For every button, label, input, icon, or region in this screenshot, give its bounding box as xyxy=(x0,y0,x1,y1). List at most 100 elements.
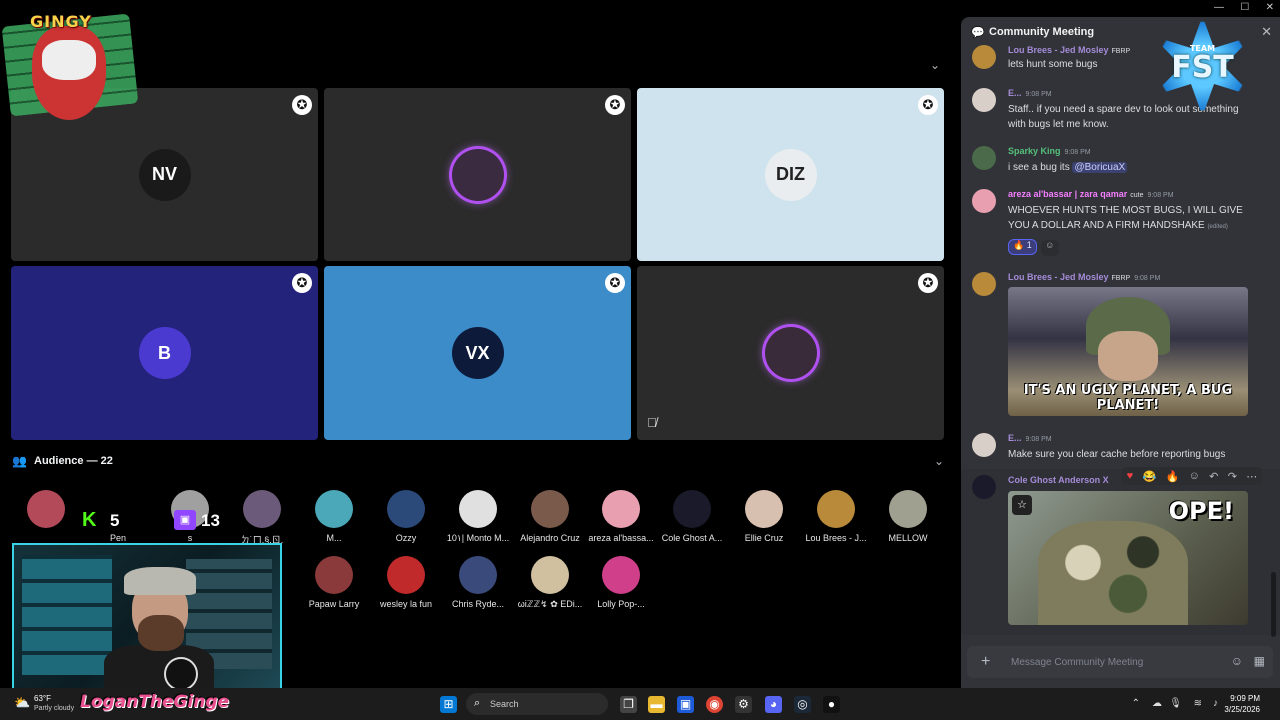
avatar xyxy=(387,490,425,528)
chrome-icon[interactable]: ◉ xyxy=(706,696,723,713)
weather-widget[interactable]: ⛅ 63°F Partly cloudy xyxy=(14,693,74,717)
audience-member[interactable]: ωіℤℤ↯ ✿ ΕDi... xyxy=(514,556,586,610)
fire-reaction-icon[interactable]: 🔥 xyxy=(1166,470,1180,483)
add-reaction-icon[interactable]: ☺ xyxy=(1189,470,1200,482)
obs-icon[interactable]: ● xyxy=(823,696,840,713)
app-icon[interactable]: ▣ xyxy=(677,696,694,713)
heart-reaction-icon[interactable]: ♥ xyxy=(1127,470,1134,482)
speaker-avatar xyxy=(764,327,817,379)
clock-date: 3/25/2026 xyxy=(1224,705,1260,714)
message-author[interactable]: Lou Brees - Jed Mosley xyxy=(1008,45,1109,55)
audience-member[interactable]: Lolly Pop-... xyxy=(585,556,657,609)
audience-collapse-chevron-icon[interactable]: ⌄ xyxy=(934,454,944,468)
audience-member[interactable]: Ozzy xyxy=(370,490,442,543)
audience-member-name: Lolly Pop-... xyxy=(597,599,645,609)
volume-icon[interactable]: ♪ xyxy=(1213,698,1218,709)
audience-member[interactable]: Cole Ghost A... xyxy=(656,490,728,543)
stage-tile[interactable]: B ✪ xyxy=(11,266,318,440)
forward-icon[interactable]: ↷ xyxy=(1228,470,1237,483)
audience-member[interactable]: Papaw Larry xyxy=(298,556,370,609)
message-author[interactable]: Cole Ghost Anderson X xyxy=(1008,475,1109,485)
muted-mic-icon: 🎙̸ xyxy=(647,415,657,430)
stage-tile[interactable]: VX ✪ xyxy=(324,266,631,440)
audience-member[interactable]: wesley la fun xyxy=(370,556,442,609)
apps-icon[interactable]: ▦ xyxy=(1254,654,1265,668)
favorite-gif-icon[interactable]: ☆ xyxy=(1012,495,1032,515)
message-author[interactable]: Sparky King xyxy=(1008,146,1061,156)
gingy-logo-text: GINGY xyxy=(30,12,92,31)
stage-collapse-chevron-icon[interactable]: ⌄ xyxy=(930,58,944,72)
laugh-reaction-icon[interactable]: 😂 xyxy=(1143,470,1157,483)
chat-scrollbar[interactable] xyxy=(1271,572,1276,637)
gif-attachment[interactable]: OPE! ☆ xyxy=(1008,491,1248,625)
reply-icon[interactable]: ↶ xyxy=(1209,470,1218,483)
audience-member[interactable]: ㄉ˙ㄇ.§.ㄖ. xyxy=(226,490,298,546)
audience-member-name: Cole Ghost A... xyxy=(661,533,723,543)
message-author[interactable]: E... xyxy=(1008,433,1022,443)
audience-member-name: Alejandro Cruz xyxy=(520,533,580,543)
stage-tile[interactable]: ✪ xyxy=(324,88,631,261)
audience-member-name: Chris Ryde... xyxy=(451,599,504,609)
audience-member[interactable]: M... xyxy=(298,490,370,543)
audience-member[interactable]: Chris Ryde... xyxy=(442,556,514,609)
network-icon[interactable]: ☁ xyxy=(1152,698,1162,709)
audience-member[interactable]: MELLOW xyxy=(872,490,944,543)
settings-icon[interactable]: ⚙ xyxy=(735,696,752,713)
speaker-avatar xyxy=(451,148,504,201)
wifi-icon[interactable]: ≋ xyxy=(1194,698,1202,709)
more-options-icon[interactable]: ⋯ xyxy=(1246,470,1257,483)
add-reaction-icon[interactable]: ☺ xyxy=(1040,240,1059,256)
avatar xyxy=(972,189,996,213)
audience-member-name: 10١| Monto M... xyxy=(446,533,510,543)
taskbar-search[interactable]: ⌕ Search xyxy=(466,693,608,715)
chat-message[interactable]: E... 9:08 PM Make sure you clear cache be… xyxy=(961,433,1261,463)
audience-count-label: Audience — 22 xyxy=(34,455,113,467)
close-chat-icon[interactable]: ✕ xyxy=(1261,24,1272,40)
message-timestamp: 9:08 PM xyxy=(1025,436,1052,443)
chat-message[interactable]: Sparky King 9:08 PM i see a bug its @Bori… xyxy=(961,146,1261,176)
avatar xyxy=(889,490,927,528)
kick-icon: K xyxy=(82,509,97,531)
app-root: ⌄ NV ✪ ✪ DIZ ✪ B ✪ VX ✪ ✪ 🎙̸ 👥 Audience xyxy=(0,0,1280,720)
avatar xyxy=(602,490,640,528)
message-author[interactable]: E... xyxy=(1008,88,1022,98)
emoji-icon[interactable]: ☺ xyxy=(1231,654,1243,668)
stage-tile[interactable]: DIZ ✪ xyxy=(637,88,944,261)
steam-icon[interactable]: ◎ xyxy=(794,696,811,713)
audience-member[interactable]: Alejandro Cruz xyxy=(514,490,586,543)
message-author[interactable]: Lou Brees - Jed Mosley xyxy=(1008,272,1109,282)
edited-label: (edited) xyxy=(1207,224,1228,230)
avatar xyxy=(972,272,996,296)
windows-start-icon[interactable]: ⊞ xyxy=(440,696,457,713)
audience-member[interactable] xyxy=(10,490,82,533)
message-author[interactable]: areza al'bassar | zara qamar xyxy=(1008,189,1127,199)
maximize-icon[interactable]: ☐ xyxy=(1240,2,1249,16)
chat-title: Community Meeting xyxy=(989,26,1095,38)
audience-member-name: M... xyxy=(326,533,342,543)
fire-reaction[interactable]: 🔥 1 xyxy=(1008,239,1037,255)
twitch-icon: ▣ xyxy=(174,510,196,530)
discord-icon[interactable]: ◕ xyxy=(765,696,782,713)
message-input[interactable] xyxy=(1011,653,1211,671)
file-explorer-icon[interactable]: ▬ xyxy=(648,696,665,713)
avatar xyxy=(602,556,640,594)
mic-tray-icon[interactable]: 🎙 xyxy=(1169,698,1182,709)
audience-member[interactable]: areza al'bassa... xyxy=(585,490,657,543)
audience-member[interactable]: Ellie Cruz xyxy=(728,490,800,543)
audience-member-name: Lou Brees - J... xyxy=(805,533,867,543)
audience-header[interactable]: 👥 Audience — 22 ⌄ xyxy=(12,453,944,471)
moderator-badge-icon: ✪ xyxy=(605,273,625,293)
minimize-icon[interactable]: — xyxy=(1214,2,1224,16)
tray-expand-icon[interactable]: ⌃ xyxy=(1132,698,1140,709)
moderator-badge-icon: ✪ xyxy=(292,95,312,115)
gif-attachment[interactable]: IT'S AN UGLY PLANET, A BUG PLANET! xyxy=(1008,287,1248,416)
audience-member[interactable]: Lou Brees - J... xyxy=(800,490,872,543)
task-view-icon[interactable]: ❐ xyxy=(620,696,637,713)
system-clock[interactable]: 9:09 PM 3/25/2026 xyxy=(1224,693,1260,715)
attach-plus-icon[interactable]: + xyxy=(981,653,990,671)
user-mention[interactable]: @BoricuaX xyxy=(1072,162,1128,173)
audience-member[interactable]: 10١| Monto M... xyxy=(442,490,514,544)
chat-message[interactable]: areza al'bassar | zara qamar cute 9:08 PM … xyxy=(961,189,1261,259)
close-window-icon[interactable]: ✕ xyxy=(1266,2,1274,16)
stage-tile[interactable]: ✪ 🎙̸ xyxy=(637,266,944,440)
